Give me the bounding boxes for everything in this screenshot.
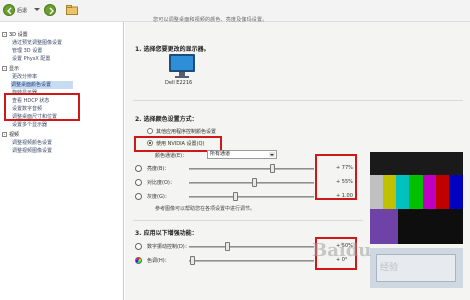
radio-other-app[interactable] — [147, 128, 153, 134]
tree-item[interactable]: 调整视频颜色设置 — [12, 139, 52, 147]
color-bar — [396, 175, 409, 209]
color-bar — [370, 175, 383, 209]
color-bar — [409, 175, 423, 209]
monitor-screen — [169, 54, 195, 72]
monitor-label: Dell E2216 — [165, 80, 193, 86]
tree-category-video[interactable]: - 视频 — [2, 131, 19, 139]
monitor-base — [175, 76, 189, 78]
color-bar — [449, 175, 463, 209]
hue-icon — [135, 257, 142, 264]
tree-category-3d[interactable]: -3D 设置 — [2, 31, 28, 39]
gamma-icon — [135, 193, 142, 200]
color-block — [370, 209, 398, 244]
contrast-icon — [135, 179, 142, 186]
brightness-icon — [135, 165, 142, 172]
hue-slider-thumb[interactable] — [189, 256, 195, 265]
chevron-down-icon[interactable] — [269, 152, 275, 157]
color-bars-preview — [370, 152, 463, 244]
tree-item[interactable]: 通过预览调整图像设置 — [12, 39, 62, 47]
slider-label: 对比度(O)： — [147, 180, 175, 186]
collapse-icon[interactable]: - — [2, 66, 7, 71]
slider-label: 亮度(B)： — [147, 166, 170, 172]
content-panel: 您可以调整桌面和视频的颜色、亮度及伽玛设置。 1. 选择您要更改的显示器。 De… — [125, 17, 470, 300]
highlight-box — [315, 154, 357, 200]
vibrance-slider-track[interactable] — [189, 246, 314, 248]
tree-category-display[interactable]: - 显示 — [2, 65, 19, 73]
divider — [133, 100, 463, 101]
brightness-slider-track[interactable] — [189, 168, 314, 170]
reference-note: 参考图像可以帮助您在各项设置中进行调节。 — [155, 206, 256, 212]
back-dropdown-icon[interactable] — [34, 8, 40, 11]
section-2-title: 2. 选择颜色设置方式： — [135, 116, 198, 123]
collapse-icon[interactable]: - — [2, 32, 7, 37]
color-block — [398, 209, 463, 244]
gamma-slider-track[interactable] — [189, 196, 314, 198]
monitor-icon[interactable] — [169, 54, 195, 78]
vibrance-slider-thumb[interactable] — [224, 242, 230, 251]
color-bar — [383, 175, 396, 209]
contrast-slider-thumb[interactable] — [252, 178, 257, 187]
section-1-title: 1. 选择您要更改的显示器。 — [135, 46, 210, 53]
tree-item[interactable]: 更改分辨率 — [12, 73, 37, 81]
watermark-sub: 经验 — [380, 263, 399, 273]
slider-label: 数字振动控制(D)： — [147, 244, 190, 250]
gamma-slider-thumb[interactable] — [233, 192, 239, 201]
intro-text: 您可以调整桌面和视频的颜色、亮度及伽玛设置。 — [153, 17, 268, 23]
vibrance-icon — [135, 243, 142, 250]
color-bar — [436, 175, 449, 209]
hue-slider-track[interactable] — [189, 260, 314, 262]
folder-home-icon[interactable] — [66, 5, 78, 15]
radio-other-app-label[interactable]: 其他应用程序控制颜色设置 — [156, 128, 216, 135]
back-icon[interactable] — [3, 4, 15, 16]
color-bar — [423, 175, 436, 209]
tree-item-selected[interactable]: 调整桌面颜色设置 — [11, 81, 73, 89]
tree-item[interactable]: 管理 3D 设置 — [12, 47, 42, 55]
highlight-box — [4, 93, 80, 121]
channel-label: 颜色通道(E)： — [155, 153, 188, 159]
forward-icon[interactable] — [44, 4, 56, 16]
brightness-slider-thumb[interactable] — [269, 164, 275, 173]
channel-select[interactable]: 所有通道 — [207, 150, 277, 159]
tree-item[interactable]: 调整视频图像设置 — [12, 147, 52, 155]
tree-item[interactable]: 设置多个显示器 — [12, 121, 47, 129]
divider — [133, 220, 363, 221]
tree-item[interactable]: 设置 PhysX 配置 — [12, 55, 50, 63]
collapse-icon[interactable]: - — [2, 132, 7, 137]
slider-label: 色调(H)： — [147, 258, 170, 264]
section-3-title: 3. 应用以下增强功能： — [135, 230, 198, 237]
settings-tree: -3D 设置 通过预览调整图像设置 管理 3D 设置 设置 PhysX 配置 -… — [0, 22, 124, 300]
watermark-logo: Baidu — [312, 240, 372, 261]
slider-label: 灰度(G)： — [147, 194, 170, 200]
back-label[interactable]: 后退 — [17, 7, 27, 14]
